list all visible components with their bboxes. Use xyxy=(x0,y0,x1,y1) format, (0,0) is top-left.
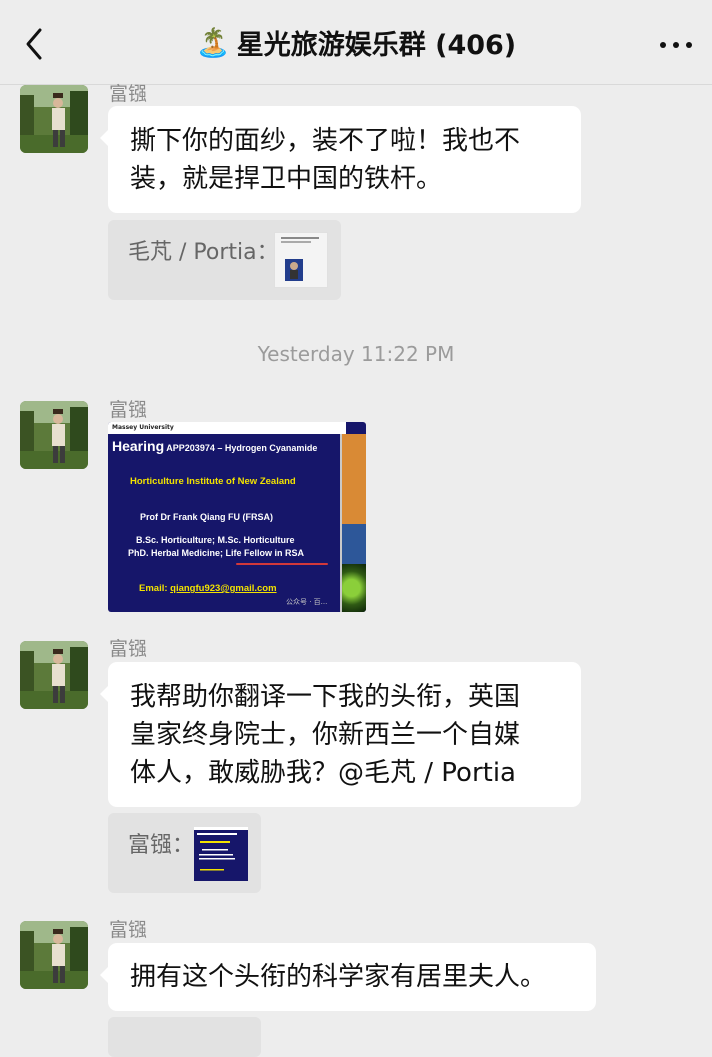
message-text-line: 皇家终身院士，你新西兰一个自媒 xyxy=(130,720,521,750)
quote-thumbnail xyxy=(194,827,248,881)
avatar[interactable] xyxy=(20,641,88,709)
beach-umbrella-icon: 🏝️ xyxy=(195,25,231,59)
slide-leaf-image xyxy=(342,564,366,612)
timestamp: Yesterday 11:22 PM xyxy=(257,342,455,366)
slide-degrees-2: PhD. Herbal Medicine; Life Fellow in RSA xyxy=(128,548,305,558)
avatar[interactable] xyxy=(20,921,88,989)
slide-institute: Horticulture Institute of New Zealand xyxy=(130,476,296,487)
chat-header: 🏝️ 星光旅游娱乐群 (406) xyxy=(0,0,712,85)
message-text-line: 我帮助你翻译一下我的头衔，英国 xyxy=(130,682,521,712)
slide-name: Prof Dr Frank Qiang FU (FRSA) xyxy=(140,512,274,522)
chat-title: 🏝️ 星光旅游娱乐群 (406) xyxy=(0,0,712,84)
message-text-line: 撕下你的面纱，装不了啦！我也不 xyxy=(130,126,521,156)
message-bubble[interactable]: 撕下你的面纱，装不了啦！我也不 装，就是捍卫中国的铁杆。 xyxy=(100,106,581,213)
message-text-line: 体人，敢威胁我？@毛芃 / Portia xyxy=(130,758,516,788)
screenshot-thumbnail-image xyxy=(281,237,319,281)
avatar-photo xyxy=(20,85,88,153)
message-bubble[interactable]: 拥有这个头衔的科学家有居里夫人。 xyxy=(100,943,596,1011)
slide-email: Email: qiangfu923@gmail.com xyxy=(139,583,277,594)
slide-sidebar xyxy=(342,434,366,524)
avatar[interactable] xyxy=(20,85,88,153)
message-bubble[interactable]: 我帮助你翻译一下我的头衔，英国 皇家终身院士，你新西兰一个自媒 体人，敢威胁我？… xyxy=(100,662,581,807)
more-dots-icon xyxy=(660,42,666,48)
avatar-photo xyxy=(20,921,88,989)
avatar-photo xyxy=(20,401,88,469)
quote-label: 富镪： xyxy=(128,833,195,858)
avatar[interactable] xyxy=(20,401,88,469)
slide-title: Hearing APP203974 – Hydrogen Cyanamide xyxy=(112,438,318,454)
watermark: 公众号 · 百... xyxy=(286,598,328,606)
slide-degrees: B.Sc. Horticulture; M.Sc. Horticulture xyxy=(136,535,295,545)
massey-logo: Massey University xyxy=(108,422,346,434)
image-message[interactable]: Massey University Hearing APP203974 – Hy… xyxy=(108,422,366,612)
sender-name: 富镪 xyxy=(109,83,148,105)
red-underline-mark xyxy=(236,563,328,565)
quoted-message[interactable]: 毛芃 / Portia： xyxy=(108,220,341,300)
sender-name: 富镪 xyxy=(109,919,148,941)
quote-label: 毛芃 / Portia： xyxy=(128,240,279,265)
quoted-message[interactable]: 富镪： xyxy=(108,813,261,893)
avatar-photo xyxy=(20,641,88,709)
slide-thumbnail-image xyxy=(194,827,248,871)
group-name: 星光旅游娱乐群 (406) xyxy=(236,29,517,61)
more-button[interactable] xyxy=(656,28,696,58)
sender-name: 富镪 xyxy=(109,399,148,421)
message-text-line: 装，就是捍卫中国的铁杆。 xyxy=(130,164,443,194)
quoted-message[interactable] xyxy=(108,1017,261,1057)
sender-name: 富镪 xyxy=(109,638,148,660)
quote-thumbnail xyxy=(274,232,328,288)
message-text-line: 拥有这个头衔的科学家有居里夫人。 xyxy=(130,962,547,992)
